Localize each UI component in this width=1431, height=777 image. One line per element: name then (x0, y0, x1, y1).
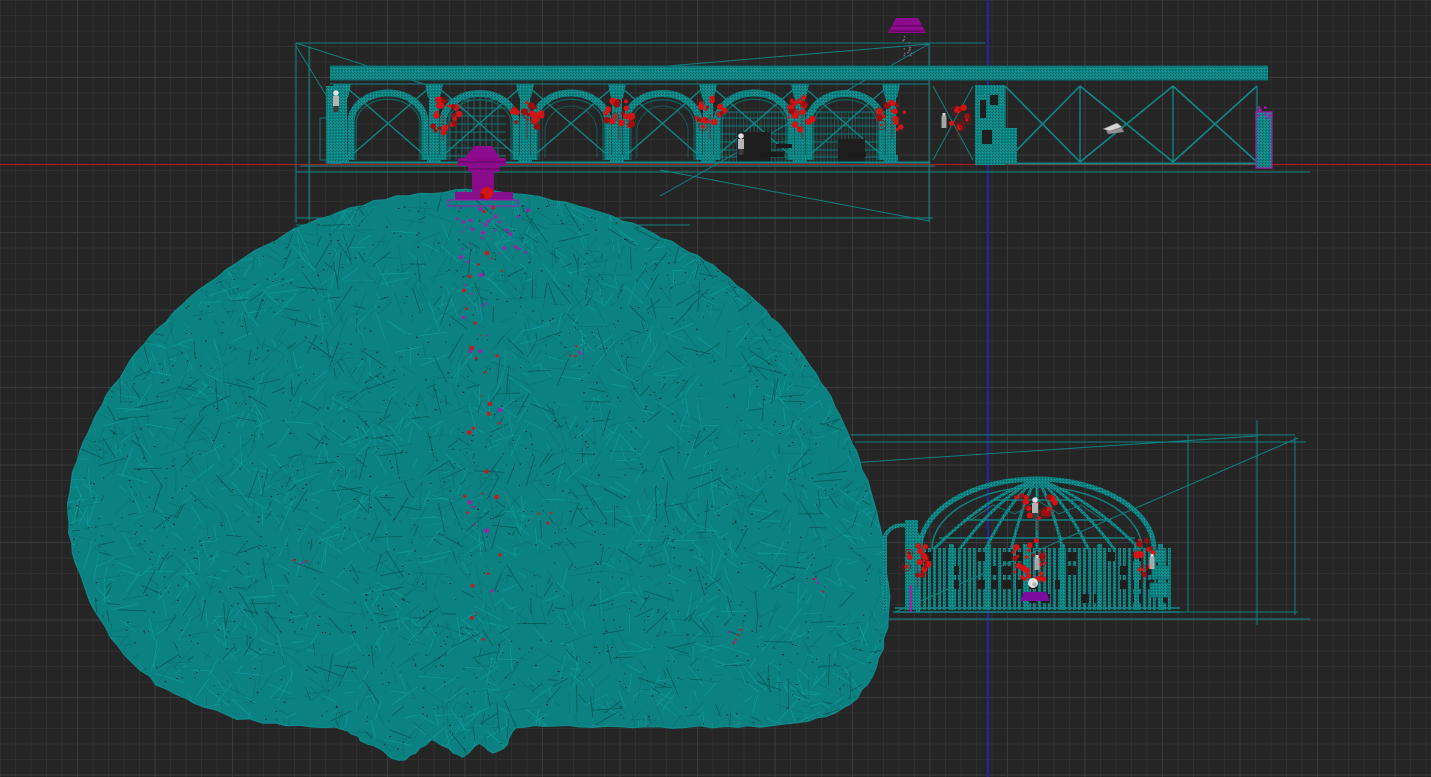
foliage-dome-tree[interactable] (38, 158, 919, 777)
wireframe-scene[interactable] (0, 0, 1431, 777)
arched-arcade-building[interactable] (296, 66, 1310, 172)
viewport-canvas[interactable] (0, 0, 1431, 777)
magenta-canopy-object[interactable] (888, 18, 926, 57)
mouse-cursor-icon (1103, 123, 1124, 134)
